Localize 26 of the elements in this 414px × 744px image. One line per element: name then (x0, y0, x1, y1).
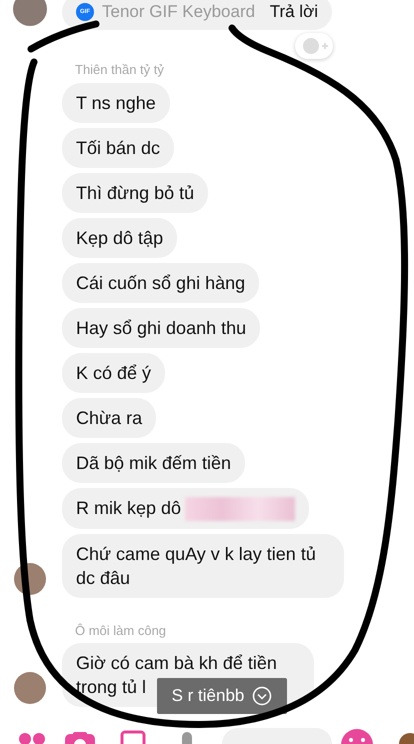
sticker-icon[interactable] (398, 730, 414, 744)
message-bubble: Cái cuốn sổ ghi hàng (62, 262, 260, 302)
message-bubble: T ns nghe (62, 82, 170, 122)
emoji-icon[interactable] (340, 728, 374, 744)
message-bubble: Thì đừng bỏ tủ (62, 172, 208, 212)
image-icon[interactable] (120, 730, 146, 744)
microphone-icon[interactable] (180, 732, 194, 744)
message-bubble: Dã bộ mik đếm tiền (62, 442, 246, 482)
message-bubble: Hay sổ ghi doanh thu (62, 308, 260, 348)
message-bubble: K có để ý (62, 352, 166, 392)
reply-button[interactable]: Trả lời (270, 0, 318, 25)
message-bubble: R mik kẹp dô (62, 488, 310, 529)
message-bubble: Kẹp dô tập (62, 218, 178, 258)
sender-name: Thiên thần tỷ tỷ (75, 61, 165, 79)
sender-name: Ô môi làm công (75, 622, 168, 640)
chevron-down-icon (252, 686, 272, 706)
message-bubble: Chứ came quAy v k lay tien tủ dc đâu (62, 534, 344, 598)
message-bubble: Tối bán dc (62, 128, 174, 168)
camera-icon[interactable] (64, 732, 96, 744)
apps-icon[interactable] (18, 732, 46, 744)
sender-toast[interactable]: S r tiênbb (157, 678, 287, 714)
avatar (14, 672, 46, 704)
avatar (13, 0, 47, 26)
app-label: Tenor GIF Keyboard (102, 1, 256, 24)
message-bubble: Chừa ra (62, 398, 156, 438)
message-field[interactable] (222, 728, 332, 744)
